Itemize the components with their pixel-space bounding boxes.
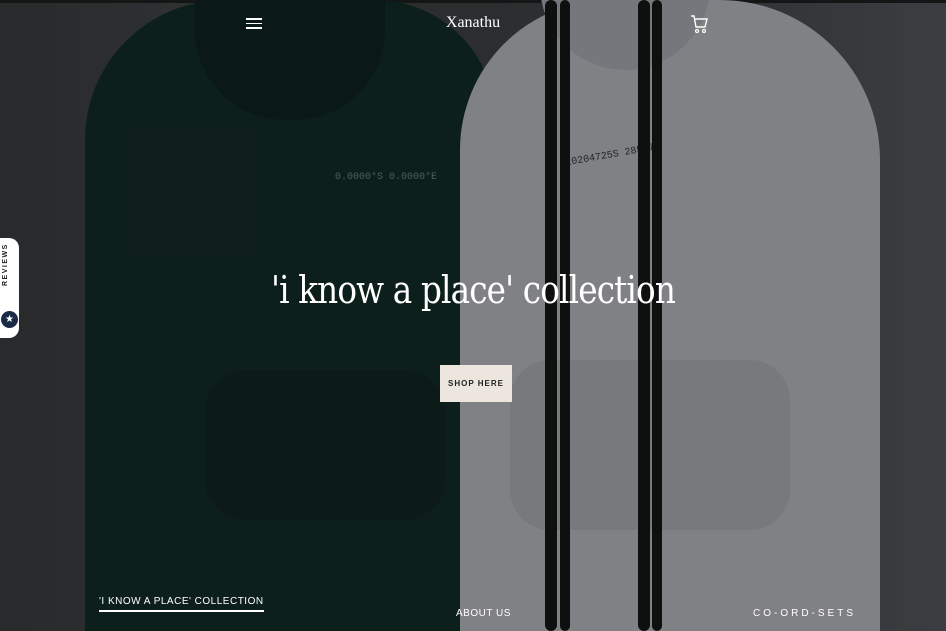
- brand-logo[interactable]: Xanathu: [0, 14, 946, 32]
- hero-banner: 0.0000°S 0.0000°E 20204725S 28567E: [0, 0, 946, 631]
- shop-here-button[interactable]: SHOP HERE: [440, 365, 512, 402]
- hero-dark-overlay: [0, 0, 946, 631]
- nav-link-co-ord-sets[interactable]: CO-ORD-SETS: [753, 608, 856, 619]
- star-badge-icon: ★: [1, 311, 18, 328]
- nav-link-collection[interactable]: 'I KNOW A PLACE' COLLECTION: [99, 596, 264, 612]
- reviews-tab-label: REVIEWS: [2, 243, 9, 286]
- nav-link-about-us[interactable]: ABOUT US: [456, 608, 511, 619]
- shopping-cart-icon[interactable]: [690, 14, 708, 34]
- hero-headline: 'i know a place' collection: [270, 268, 676, 312]
- site-header: Xanathu: [0, 0, 946, 50]
- reviews-tab[interactable]: REVIEWS ★: [0, 238, 19, 338]
